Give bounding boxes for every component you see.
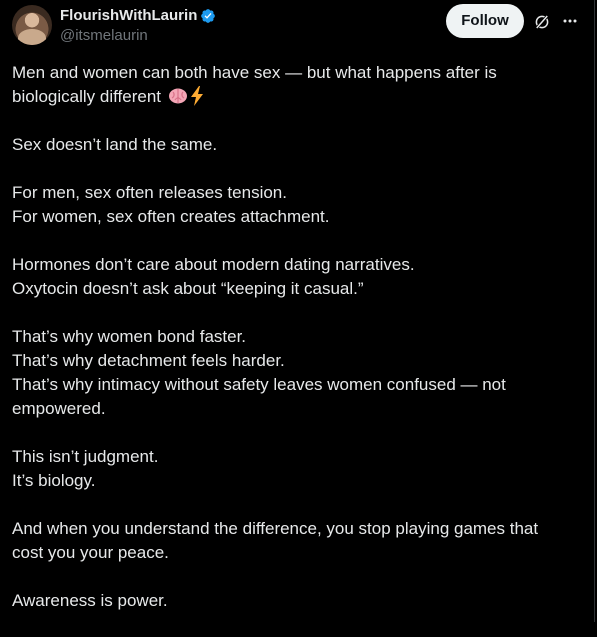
post-text: Men and women can both have sex — but wh… bbox=[12, 61, 572, 637]
paragraph: This isn’t judgment. It’s biology. bbox=[12, 445, 572, 493]
paragraph: Men and women can both have sex — but wh… bbox=[12, 61, 572, 109]
paragraph: Hormones don’t care about modern dating … bbox=[12, 253, 572, 301]
text-line: And when you understand the difference, … bbox=[12, 519, 539, 562]
paragraph: For men, sex often releases tension. For … bbox=[12, 181, 572, 229]
text-line: That’s why intimacy without safety leave… bbox=[12, 375, 506, 418]
post-header: FlourishWithLaurin @itsmelaurin Follow bbox=[0, 0, 595, 56]
paragraph: Sex doesn’t land the same. bbox=[12, 133, 572, 157]
paragraph: That’s why women bond faster. That’s why … bbox=[12, 325, 572, 421]
grok-icon[interactable] bbox=[533, 13, 551, 31]
verified-badge-icon bbox=[201, 9, 216, 23]
text-line: That’s why women bond faster. bbox=[12, 327, 247, 346]
text-line: Oxytocin doesn’t ask about “keeping it c… bbox=[12, 279, 364, 298]
text-line: It’s biology. bbox=[12, 471, 96, 490]
text-line: Awareness is power. bbox=[12, 591, 168, 610]
text-line: Sex doesn’t land the same. bbox=[12, 135, 218, 154]
avatar[interactable] bbox=[12, 5, 52, 45]
text-line: This isn’t judgment. bbox=[12, 447, 159, 466]
follow-button[interactable]: Follow bbox=[446, 4, 524, 38]
high-voltage-emoji-icon bbox=[190, 86, 203, 106]
text-line: For men, sex often releases tension. bbox=[12, 183, 287, 202]
text-line: That’s why detachment feels harder. bbox=[12, 351, 285, 370]
brain-emoji-icon bbox=[168, 88, 187, 104]
paragraph: And when you understand the difference, … bbox=[12, 517, 572, 565]
paragraph: Awareness is power. bbox=[12, 589, 572, 613]
post: FlourishWithLaurin @itsmelaurin Follow M… bbox=[0, 0, 595, 622]
text-line: Hormones don’t care about modern dating … bbox=[12, 255, 415, 274]
text-line: Men and women can both have sex — but wh… bbox=[12, 63, 497, 106]
text-line: For women, sex often creates attachment. bbox=[12, 207, 330, 226]
author-names: FlourishWithLaurin @itsmelaurin bbox=[60, 7, 216, 46]
display-name[interactable]: FlourishWithLaurin bbox=[60, 7, 197, 25]
handle[interactable]: @itsmelaurin bbox=[60, 26, 216, 46]
more-icon[interactable] bbox=[562, 12, 578, 30]
